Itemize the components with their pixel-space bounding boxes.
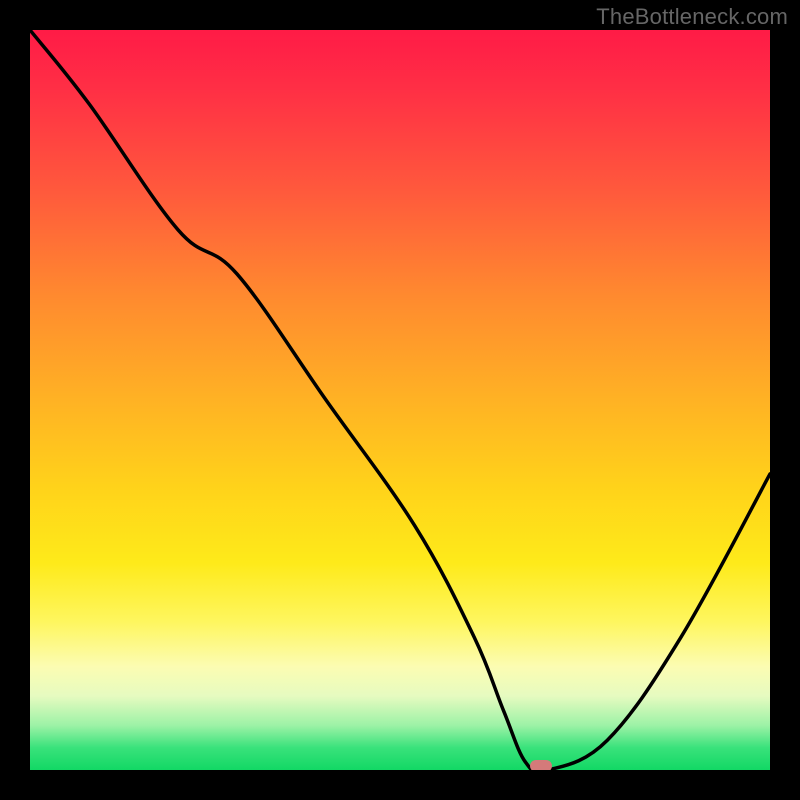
curve-path — [30, 30, 770, 770]
plot-area — [30, 30, 770, 770]
watermark-text: TheBottleneck.com — [596, 4, 788, 30]
chart-frame: TheBottleneck.com — [0, 0, 800, 800]
bottleneck-curve — [30, 30, 770, 770]
optimal-point-marker — [530, 760, 552, 770]
